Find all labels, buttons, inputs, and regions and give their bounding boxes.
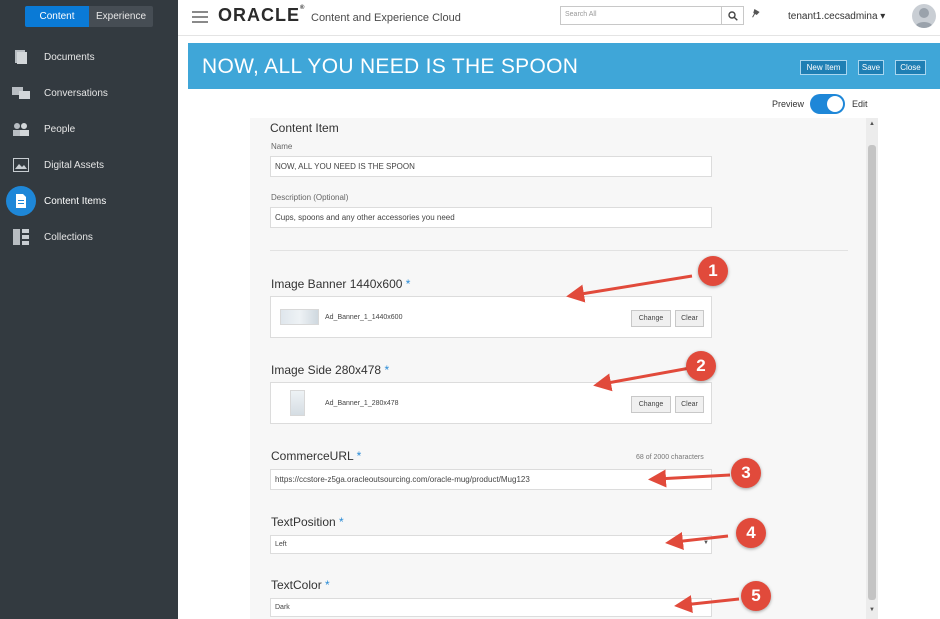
image-banner-filename: Ad_Banner_1_1440x600 [325,314,403,321]
avatar[interactable] [912,4,936,28]
sidebar-item-label: Content Items [44,195,107,207]
sidebar-item-label: Digital Assets [44,159,105,171]
sidebar-item-digital-assets[interactable]: Digital Assets [0,149,178,181]
edit-label: Edit [852,99,868,109]
callout-badge-2: 2 [686,351,716,381]
text-color-select[interactable]: Dark [270,598,712,617]
sidebar-item-content-items[interactable]: Content Items [0,185,178,217]
commerce-url-label: CommerceURL * [271,449,362,463]
sidebar-item-label: Documents [44,51,95,63]
oracle-logo: ORACLE® [218,5,306,25]
description-label: Description (Optional) [271,193,349,202]
form-scrollbar[interactable]: ▲ ▼ [866,118,878,619]
collections-icon [12,228,30,246]
tab-experience[interactable]: Experience [89,6,153,27]
callout-badge-3: 3 [731,458,761,488]
name-label: Name [271,142,293,151]
sidebar-item-label: Conversations [44,87,108,99]
character-count: 68 of 2000 characters [636,454,704,461]
search-input[interactable]: Search All [560,6,722,25]
preview-edit-toggle[interactable] [810,94,845,114]
new-item-button[interactable]: New Item [800,60,847,75]
hamburger-menu-icon[interactable] [192,11,208,23]
callout-badge-4: 4 [736,518,766,548]
pin-icon[interactable] [750,9,760,22]
sidebar-mode-switch: Content Experience [25,6,153,27]
clear-banner-button[interactable]: Clear [675,310,704,327]
commerce-url-field[interactable]: https://ccstore-z5ga.oracleoutsourcing.c… [270,469,712,490]
documents-icon [12,48,30,66]
item-title-bar: NOW, ALL YOU NEED IS THE SPOON New Item … [188,43,940,89]
image-side-thumbnail [290,390,305,416]
sidebar-item-people[interactable]: People [0,113,178,145]
description-field[interactable]: Cups, spoons and any other accessories y… [270,207,712,228]
image-banner-label: Image Banner 1440x600 * [271,277,411,291]
image-banner-thumbnail [280,309,319,325]
sidebar-item-label: People [44,123,76,135]
text-position-select[interactable]: Left [270,535,712,554]
conversations-icon [12,84,30,102]
image-side-filename: Ad_Banner_1_280x478 [325,400,399,407]
scroll-thumb[interactable] [868,145,876,600]
name-field[interactable]: NOW, ALL YOU NEED IS THE SPOON [270,156,712,177]
change-side-button[interactable]: Change [631,396,671,413]
scroll-down-icon[interactable]: ▼ [869,607,875,613]
people-icon [12,120,30,138]
save-button[interactable]: Save [858,60,884,75]
sidebar-item-documents[interactable]: Documents [0,41,178,73]
clear-side-button[interactable]: Clear [675,396,704,413]
page-title: NOW, ALL YOU NEED IS THE SPOON [202,55,579,78]
top-header: ORACLE® Content and Experience Cloud Sea… [178,0,940,36]
digital-assets-icon [12,156,30,174]
preview-label: Preview [772,99,805,109]
change-banner-button[interactable]: Change [631,310,671,327]
sidebar: Content Experience Documents Conversatio… [0,0,178,619]
callout-badge-1: 1 [698,256,728,286]
close-button[interactable]: Close [895,60,926,75]
search-icon[interactable] [722,6,744,25]
tab-content[interactable]: Content [25,6,89,27]
app-name: Content and Experience Cloud [311,12,461,24]
section-title: Content Item [270,121,339,135]
content-items-icon [6,186,36,216]
image-side-label: Image Side 280x478 * [271,363,390,377]
sidebar-item-collections[interactable]: Collections [0,221,178,253]
chevron-down-icon: ▼ [703,540,709,546]
callout-badge-5: 5 [741,581,771,611]
text-position-label: TextPosition * [271,515,344,529]
sidebar-item-conversations[interactable]: Conversations [0,77,178,109]
user-menu[interactable]: tenant1.cecsadmina ▾ [788,11,885,22]
sidebar-item-label: Collections [44,231,93,243]
scroll-up-icon[interactable]: ▲ [869,121,875,127]
divider [270,250,848,251]
text-color-label: TextColor * [271,578,330,592]
